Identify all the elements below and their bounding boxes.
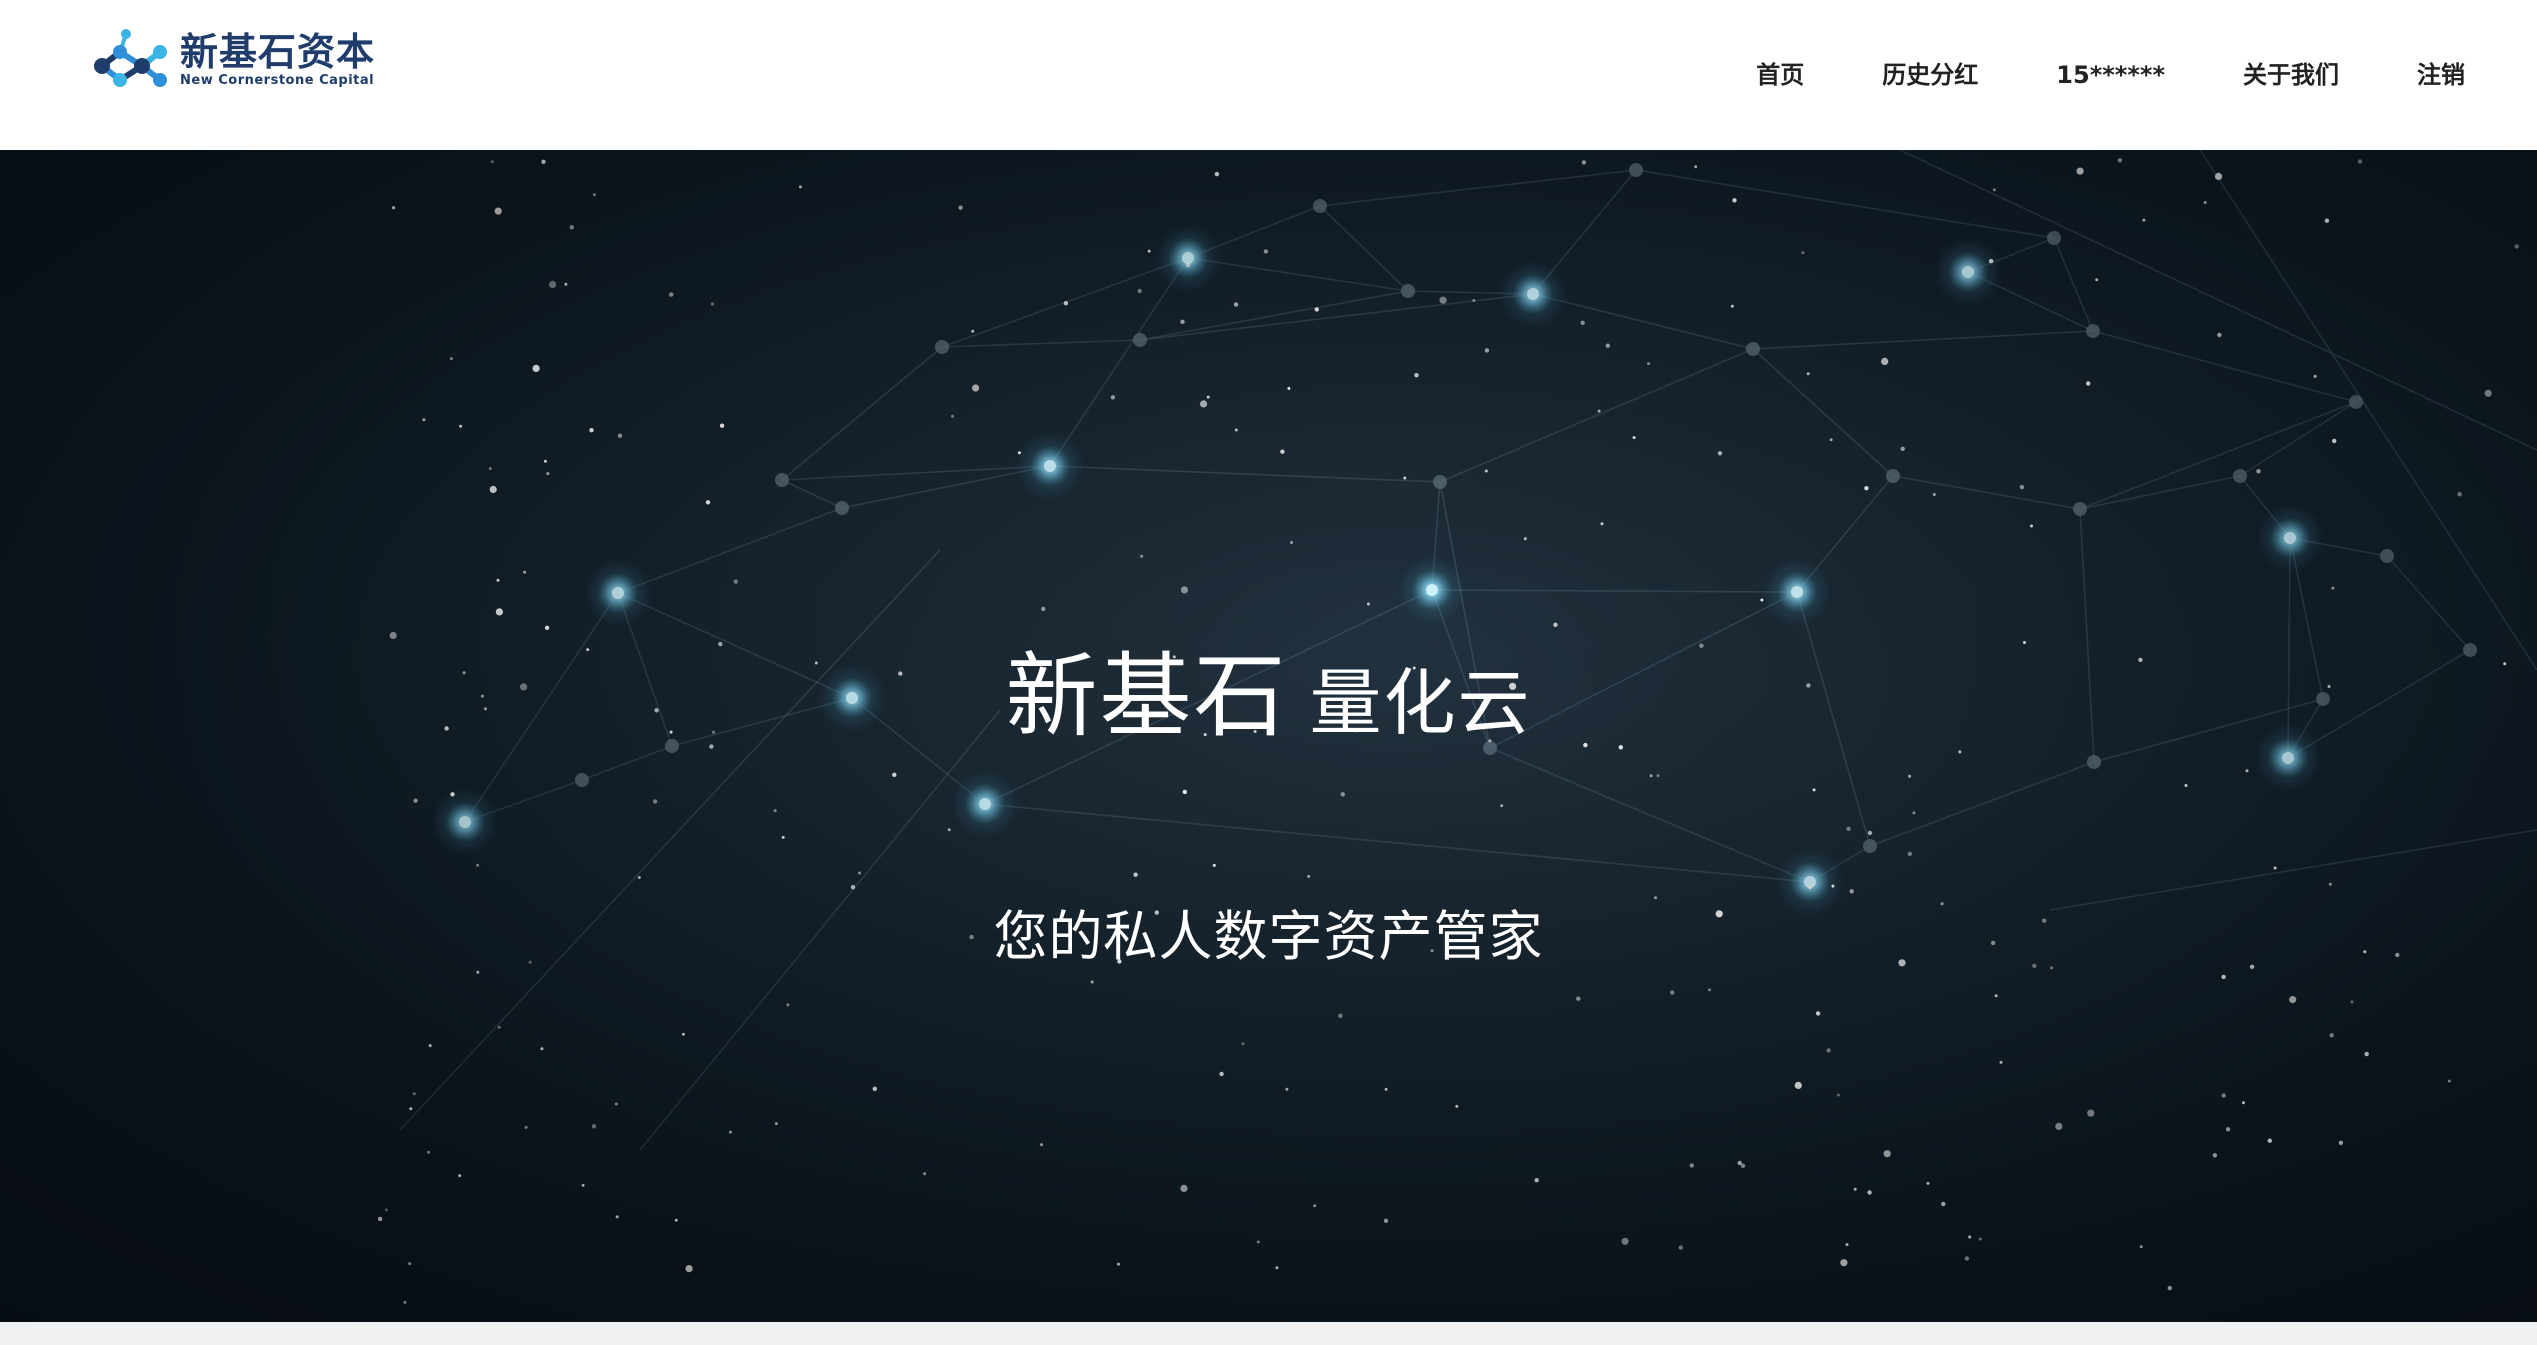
logo-text: 新基石资本 New Cornerstone Capital [180,31,375,89]
site-logo[interactable]: 新基石资本 New Cornerstone Capital [88,22,388,97]
hero-subtitle: 您的私人数字资产管家 [993,905,1544,968]
nav-dividend-history[interactable]: 历史分红 [1882,58,1978,92]
logo-chinese-name: 新基石资本 [180,29,376,74]
page-bottom-edge [0,1322,2537,1345]
hero-title: 新基石 量化云 [0,642,2537,778]
nav-about-us[interactable]: 关于我们 [2243,58,2339,92]
site-header: 新基石资本 New Cornerstone Capital 首页 历史分红 15… [0,0,2537,150]
hero-banner: 新基石 量化云 您的私人数字资产管家 [0,150,2537,1322]
page: 新基石资本 New Cornerstone Capital 首页 历史分红 15… [0,0,2537,1345]
hero-title-sub: 量化云 [1309,661,1532,745]
nav-logout[interactable]: 注销 [2417,58,2465,92]
nav-home[interactable]: 首页 [1756,58,1804,92]
nav-user-account[interactable]: 15****** [2056,58,2165,92]
main-nav: 首页 历史分红 15****** 关于我们 注销 [1756,58,2465,92]
molecule-logo-icon [94,29,167,87]
hero-title-main: 新基石 [1005,643,1288,750]
logo-english-name: New Cornerstone Capital [180,72,375,88]
